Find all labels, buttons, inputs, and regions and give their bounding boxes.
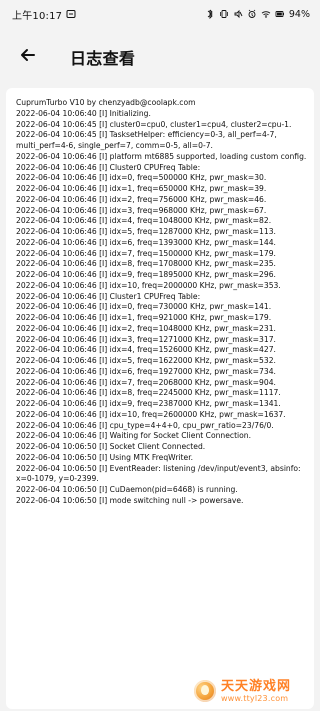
log-line: 2022-06-04 10:06:46 [I] idx=7, freq=1500… <box>16 248 276 258</box>
battery-saver-icon <box>66 9 76 19</box>
log-line: 2022-06-04 10:06:45 [I] TasksetHelper: e… <box>16 130 277 150</box>
log-line: 2022-06-04 10:06:46 [I] idx=1, freq=9210… <box>16 313 272 322</box>
log-line: 2022-06-04 10:06:46 [I] idx=8, freq=1708… <box>16 259 276 269</box>
watermark-title: 天天游戏网 <box>221 678 292 694</box>
log-line: 2022-06-04 10:06:46 [I] idx=4, freq=1048… <box>16 216 272 226</box>
back-button[interactable] <box>18 47 38 67</box>
log-line: 2022-06-04 10:06:50 [I] Socket Client Co… <box>16 442 206 451</box>
log-line: CuprumTurbo V10 by chenzyadb@coolapk.com <box>16 98 196 107</box>
watermark-logo-icon <box>194 680 216 702</box>
battery-icon <box>275 9 285 19</box>
log-line: 2022-06-04 10:06:46 [I] idx=3, freq=9680… <box>16 205 267 215</box>
log-line: 2022-06-04 10:06:45 [I] cluster0=cpu0, c… <box>16 119 292 129</box>
log-line: 2022-06-04 10:06:46 [I] platform mt6885 … <box>16 151 307 161</box>
status-left: 上午10:17 <box>12 7 76 22</box>
status-bar: 上午10:17 94% <box>0 0 320 28</box>
log-line: 2022-06-04 10:06:46 [I] idx=0, freq=7300… <box>16 302 272 312</box>
log-line: 2022-06-04 10:06:46 [I] idx=2, freq=1048… <box>16 323 276 333</box>
log-line: 2022-06-04 10:06:46 [I] idx=3, freq=1271… <box>16 334 276 344</box>
log-line: 2022-06-04 10:06:46 [I] idx=0, freq=5000… <box>16 173 267 183</box>
back-arrow-icon <box>19 46 37 68</box>
log-line: 2022-06-04 10:06:46 [I] idx=10, freq=260… <box>16 409 286 419</box>
log-line: 2022-06-04 10:06:46 [I] idx=5, freq=1287… <box>16 227 276 236</box>
phone-screen: 上午10:17 94% 日志查看 CuprumTurbo V10 by chen… <box>0 0 320 711</box>
log-list: CuprumTurbo V10 by chenzyadb@coolapk.com… <box>16 98 308 507</box>
log-line: 2022-06-04 10:06:46 [I] idx=4, freq=1526… <box>16 345 276 355</box>
watermark-text: 天天游戏网 www.ttyl23.com <box>221 680 291 703</box>
alarm-icon <box>247 9 257 19</box>
log-line: 2022-06-04 10:06:40 [I] Initializing. <box>16 108 151 118</box>
log-line: 2022-06-04 10:06:46 [I] Waiting for Sock… <box>16 431 252 441</box>
log-line: 2022-06-04 10:06:50 [I] mode switching n… <box>16 495 244 505</box>
log-card[interactable]: CuprumTurbo V10 by chenzyadb@coolapk.com… <box>6 88 314 709</box>
watermark-url: www.ttyl23.com <box>221 693 289 703</box>
log-line: 2022-06-04 10:06:50 [I] EventReader: lis… <box>16 463 301 484</box>
log-line: 2022-06-04 10:06:46 [I] idx=6, freq=1927… <box>16 366 276 376</box>
log-line: 2022-06-04 10:06:46 [I] idx=10, freq=200… <box>16 280 281 290</box>
battery-percentage: 94% <box>288 8 310 20</box>
status-time: 上午10:17 <box>12 10 63 22</box>
log-line: 2022-06-04 10:06:46 [I] Cluster0 CPUFreq… <box>16 162 201 172</box>
log-line: 2022-06-04 10:06:50 [I] Using MTK FreqWr… <box>16 452 194 462</box>
log-line: 2022-06-04 10:06:46 [I] idx=5, freq=1622… <box>16 356 276 365</box>
log-line: 2022-06-04 10:06:46 [I] idx=9, freq=1895… <box>16 270 276 279</box>
page-title: 日志查看 <box>70 49 136 68</box>
log-line: 2022-06-04 10:06:46 [I] idx=8, freq=2245… <box>16 388 281 398</box>
log-line: 2022-06-04 10:06:46 [I] cpu_type=4+4+0, … <box>16 420 274 430</box>
wifi-icon <box>261 9 271 19</box>
mute-icon <box>233 9 243 19</box>
watermark: 天天游戏网 www.ttyl23.com <box>194 675 312 707</box>
log-line: 2022-06-04 10:06:46 [I] Cluster1 CPUFreq… <box>16 291 201 301</box>
bluetooth-icon <box>205 9 215 20</box>
log-line: 2022-06-04 10:06:46 [I] idx=1, freq=6500… <box>16 184 267 193</box>
app-bar: 日志查看 <box>0 36 320 78</box>
log-line: 2022-06-04 10:06:46 [I] idx=7, freq=2068… <box>16 377 276 387</box>
status-right: 94% <box>205 9 310 20</box>
log-line: 2022-06-04 10:06:46 [I] idx=6, freq=1393… <box>16 237 276 247</box>
vibrate-icon <box>219 9 229 19</box>
log-line: 2022-06-04 10:06:50 [I] CuDaemon(pid=646… <box>16 485 238 494</box>
log-line: 2022-06-04 10:06:46 [I] idx=2, freq=7560… <box>16 194 267 204</box>
log-line: 2022-06-04 10:06:46 [I] idx=9, freq=2387… <box>16 399 281 408</box>
